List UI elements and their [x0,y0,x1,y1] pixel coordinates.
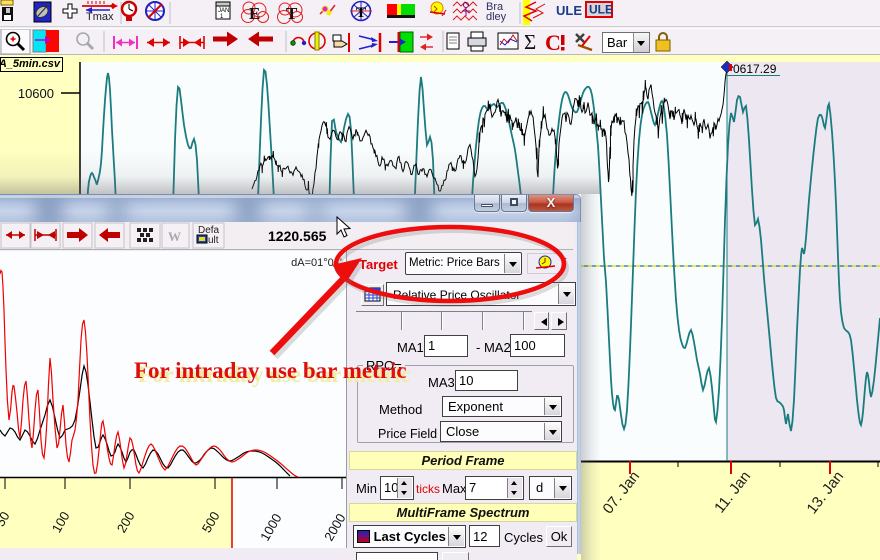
svg-text:W: W [168,229,181,244]
svg-text:E: E [249,4,260,23]
svg-text:C: C [545,30,561,55]
svg-text:ULE: ULE [556,3,582,18]
svg-text:Σ: Σ [524,30,536,54]
svg-text:T: T [286,4,298,23]
svg-text:dley: dley [486,11,507,23]
svg-text:0617.29: 0617.29 [733,62,777,76]
svg-text:Tmax: Tmax [86,11,114,23]
svg-text:1220.565: 1220.565 [268,228,327,244]
svg-text:ULE: ULE [589,3,613,17]
svg-text:T: T [356,5,366,21]
svg-text:10600: 10600 [18,86,54,101]
svg-text:ult: ult [208,235,219,246]
svg-text:1000: 1000 [257,511,284,544]
svg-text:2000: 2000 [321,511,347,544]
